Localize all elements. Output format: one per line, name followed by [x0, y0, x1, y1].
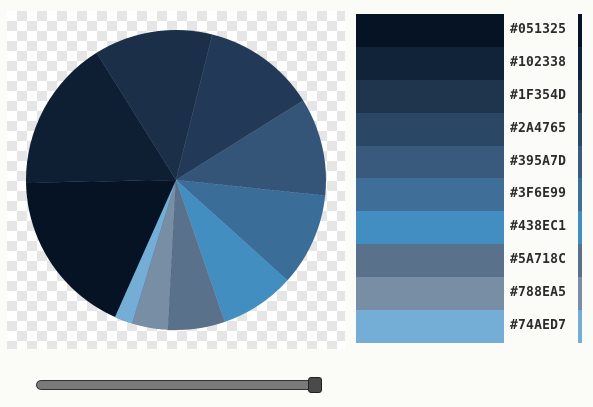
- swatch-row[interactable]: #102338: [356, 46, 582, 80]
- swatch-edge: [578, 310, 582, 343]
- swatch-edge: [578, 14, 582, 47]
- swatch-hex-label: #1F354D: [504, 79, 578, 113]
- swatch-color-block: [356, 178, 504, 212]
- swatch-color-block: [356, 112, 504, 146]
- swatch-hex-label: #2A4765: [504, 112, 578, 146]
- swatch-edge: [578, 79, 582, 113]
- swatch-color-block: [356, 79, 504, 113]
- swatch-color-block: [356, 244, 504, 278]
- swatch-edge: [578, 211, 582, 245]
- swatch-hex-label: #395A7D: [504, 145, 578, 179]
- slider-track[interactable]: [36, 380, 320, 390]
- swatch-row[interactable]: #74AED7: [356, 310, 582, 343]
- swatch-color-block: [356, 211, 504, 245]
- swatch-hex-label: #438EC1: [504, 211, 578, 245]
- swatch-edge: [578, 46, 582, 80]
- swatch-row[interactable]: #395A7D: [356, 145, 582, 179]
- swatch-edge: [578, 178, 582, 212]
- pie-chart: [26, 30, 326, 331]
- pie-canvas: [7, 11, 345, 349]
- swatch-hex-label: #102338: [504, 46, 578, 80]
- swatch-row[interactable]: #1F354D: [356, 79, 582, 113]
- swatch-edge: [578, 244, 582, 278]
- swatch-color-block: [356, 310, 504, 343]
- swatch-color-block: [356, 46, 504, 80]
- swatch-row[interactable]: #2A4765: [356, 112, 582, 146]
- palette-swatch-list: #051325 #102338 #1F354D #2A4765 #395A7D …: [356, 14, 582, 343]
- swatch-edge: [578, 145, 582, 179]
- swatch-row[interactable]: #788EA5: [356, 277, 582, 311]
- swatch-edge: [578, 112, 582, 146]
- swatch-row[interactable]: #3F6E99: [356, 178, 582, 212]
- color-count-slider[interactable]: [36, 377, 323, 393]
- swatch-row[interactable]: #051325: [356, 14, 582, 47]
- swatch-hex-label: #788EA5: [504, 277, 578, 311]
- swatch-color-block: [356, 277, 504, 311]
- swatch-color-block: [356, 145, 504, 179]
- swatch-hex-label: #051325: [504, 14, 578, 47]
- slider-thumb[interactable]: [308, 377, 323, 393]
- swatch-row[interactable]: #438EC1: [356, 211, 582, 245]
- swatch-color-block: [356, 14, 504, 47]
- swatch-hex-label: #74AED7: [504, 310, 578, 343]
- swatch-hex-label: #3F6E99: [504, 178, 578, 212]
- swatch-row[interactable]: #5A718C: [356, 244, 582, 278]
- swatch-edge: [578, 277, 582, 311]
- swatch-hex-label: #5A718C: [504, 244, 578, 278]
